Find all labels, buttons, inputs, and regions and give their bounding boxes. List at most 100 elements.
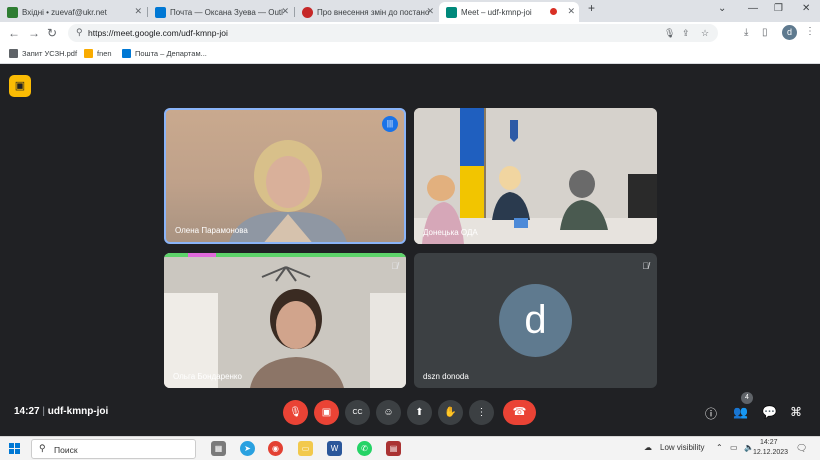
- omnibox[interactable]: ⚲ https://meet.google.com/udf-kmnp-joi 🎙…: [68, 24, 718, 42]
- browser-tab-bar: Вхідні • zuevaf@ukr.net ✕ Почта — Оксана…: [0, 0, 820, 22]
- search-placeholder: Поиск: [54, 445, 78, 455]
- bookmark-label: fnen: [97, 49, 112, 58]
- chat-icon[interactable]: 💬: [762, 405, 777, 419]
- forward-icon[interactable]: →: [28, 26, 40, 40]
- close-icon[interactable]: ✕: [426, 6, 434, 17]
- present-button[interactable]: ⬆: [407, 400, 432, 425]
- captions-button[interactable]: CC: [345, 400, 370, 425]
- mail-icon: [7, 7, 18, 18]
- new-tab-button[interactable]: +: [588, 1, 595, 15]
- captions-icon: CC: [352, 409, 363, 416]
- more-menu-icon[interactable]: ⋮: [805, 26, 815, 37]
- word-icon[interactable]: W: [327, 441, 342, 456]
- more-vertical-icon: ⋮: [476, 407, 487, 418]
- side-panel-icon[interactable]: ▯: [762, 27, 768, 38]
- download-icon[interactable]: ⤓: [744, 27, 748, 38]
- bookmark-zapyt[interactable]: Запит УСЗН.pdf: [9, 49, 77, 58]
- people-icon[interactable]: 👥: [733, 405, 748, 419]
- tab-outlook[interactable]: Почта — Оксана Зуева — Outl ✕: [148, 2, 293, 22]
- participant-name: dszn donoda: [423, 372, 469, 381]
- participant-video: [414, 108, 657, 244]
- participant-name: Олена Парамонова: [175, 226, 248, 235]
- network-icon[interactable]: ▭: [730, 443, 738, 452]
- more-options-button[interactable]: ⋮: [469, 400, 494, 425]
- search-icon: ⚲: [39, 443, 46, 453]
- folder-icon: [84, 49, 93, 58]
- tab-title: Meet – udf-kmnp-joi: [461, 8, 532, 17]
- recording-icon: [550, 8, 557, 15]
- bookmark-fnen[interactable]: fnen: [84, 49, 112, 58]
- whatsapp-icon[interactable]: ✆: [357, 441, 372, 456]
- leave-call-button[interactable]: ☎: [503, 400, 536, 425]
- bookmark-poshta[interactable]: Пошта – Департам...: [122, 49, 207, 58]
- participant-tile-oda[interactable]: Донецька ОДА: [414, 108, 657, 244]
- participant-video: [164, 253, 406, 388]
- taskbar-search-input[interactable]: ⚲ Поиск: [31, 439, 196, 459]
- tab-mail-ukr[interactable]: Вхідні • zuevaf@ukr.net ✕: [0, 2, 146, 22]
- participant-tile-dszn[interactable]: 🎙̸ d dszn donoda: [414, 253, 657, 388]
- camera-toggle-button[interactable]: ▣: [314, 400, 339, 425]
- clock-date[interactable]: 12.12.2023: [753, 449, 788, 456]
- participant-avatar: d: [499, 284, 572, 357]
- close-icon[interactable]: ✕: [567, 6, 575, 17]
- bookmark-star-icon[interactable]: ☆: [701, 28, 709, 39]
- reload-icon[interactable]: ↻: [47, 26, 57, 40]
- outlook-icon: [122, 49, 131, 58]
- visibility-status[interactable]: Low visibility: [660, 443, 704, 452]
- blocked-icon: [302, 7, 313, 18]
- windows-start-icon[interactable]: [9, 443, 21, 455]
- present-icon: ⬆: [415, 407, 424, 418]
- chrome-icon[interactable]: ◉: [268, 441, 283, 456]
- back-icon[interactable]: ←: [8, 26, 20, 40]
- site-info-icon[interactable]: ⚲: [76, 27, 83, 38]
- info-icon[interactable]: ⓘ: [705, 405, 717, 422]
- meet-control-bar: 14:27 | udf-kmnp-joi 🎙 ▣ CC ☺ ⬆ ✋ ⋮ ☎ ⓘ …: [0, 392, 820, 435]
- meeting-time: 14:27 | udf-kmnp-joi: [14, 406, 109, 417]
- emoji-icon: ☺: [383, 407, 394, 418]
- file-explorer-icon[interactable]: ▭: [298, 441, 313, 456]
- weather-icon[interactable]: ☁: [644, 443, 652, 452]
- maximize-icon[interactable]: ❐: [774, 3, 783, 14]
- windows-taskbar: ⚲ Поиск ▦ ➤ ◉ ▭ W ✆ ▤ ☁ Low visibility ⌃…: [0, 436, 820, 460]
- pdf-app-icon[interactable]: ▤: [386, 441, 401, 456]
- notifications-icon[interactable]: 🗨: [796, 443, 807, 454]
- meeting-code: udf-kmnp-joi: [47, 406, 109, 417]
- minimize-icon[interactable]: —: [748, 3, 758, 14]
- participant-tile-bondarenko[interactable]: 🎙̸ Ольга Бондаренко: [164, 253, 406, 388]
- participant-tile-paramonova[interactable]: ||| Олена Парамонова: [164, 108, 406, 244]
- speaking-indicator-icon: |||: [382, 116, 398, 132]
- participant-video: [229, 140, 347, 242]
- raise-hand-button[interactable]: ✋: [438, 400, 463, 425]
- profile-avatar[interactable]: d: [782, 25, 797, 40]
- url-text: https://meet.google.com/udf-kmnp-joi: [88, 28, 228, 38]
- people-count-badge: 4: [741, 392, 753, 404]
- tray-chevron-icon[interactable]: ⌃: [716, 443, 723, 452]
- hand-icon: ✋: [444, 407, 457, 418]
- mic-off-icon: 🎙̸: [391, 261, 398, 271]
- activities-icon[interactable]: ⌘: [790, 405, 802, 419]
- tab-title: Почта — Оксана Зуева — Outl: [170, 8, 283, 17]
- tab-postanova[interactable]: Про внесення змін до постано ✕: [295, 2, 438, 22]
- calculator-icon[interactable]: ▦: [211, 441, 226, 456]
- clock-time[interactable]: 14:27: [760, 439, 778, 446]
- tab-meet[interactable]: Meet – udf-kmnp-joi ✕: [439, 2, 579, 22]
- camera-off-notice-icon[interactable]: ▣: [9, 75, 31, 97]
- participant-name: Донецька ОДА: [423, 228, 478, 237]
- meet-icon: [446, 7, 457, 18]
- emoji-button[interactable]: ☺: [376, 400, 401, 425]
- telegram-icon[interactable]: ➤: [240, 441, 255, 456]
- bookmarks-bar: Запит УСЗН.pdf fnen Пошта – Департам...: [0, 44, 820, 64]
- close-icon[interactable]: ✕: [281, 6, 289, 17]
- share-icon[interactable]: ⇪: [682, 28, 690, 39]
- bookmark-label: Запит УСЗН.pdf: [22, 49, 78, 58]
- bookmark-label: Пошта – Департам...: [135, 49, 207, 58]
- tab-search-chevron-icon[interactable]: ⌄: [718, 3, 726, 14]
- mic-off-icon: 🎙̸: [642, 261, 649, 271]
- microphone-icon[interactable]: 🎙: [664, 28, 675, 39]
- outlook-icon: [155, 7, 166, 18]
- close-icon[interactable]: ✕: [134, 6, 142, 17]
- mic-toggle-button[interactable]: 🎙: [283, 400, 308, 425]
- participant-name: Ольга Бондаренко: [173, 372, 242, 381]
- address-bar-row: ← → ↻ ⚲ https://meet.google.com/udf-kmnp…: [0, 22, 820, 44]
- window-close-icon[interactable]: ✕: [802, 3, 810, 14]
